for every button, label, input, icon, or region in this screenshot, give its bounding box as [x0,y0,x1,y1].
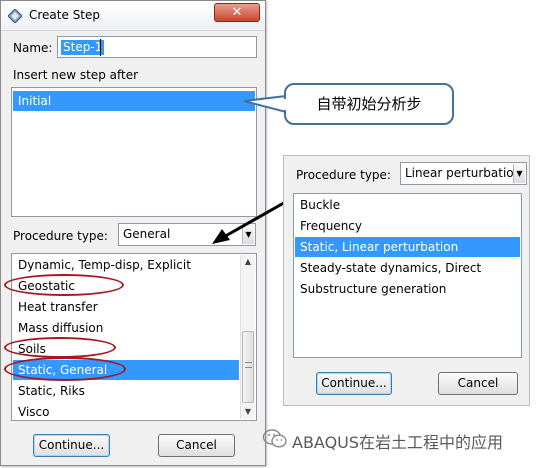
procedure-type-value: Linear perturbation [405,166,522,180]
linear-perturbation-panel: Procedure type: Linear perturbation ▼ Bu… [283,155,530,406]
continue-button[interactable]: Continue... [316,372,392,395]
watermark-text: ABAQUS在岩土工程中的应用 [292,433,504,452]
wechat-icon [262,429,287,448]
list-item-selected[interactable]: Static, Linear perturbation [295,237,520,257]
chevron-down-icon[interactable]: ▼ [513,164,525,183]
list-item[interactable]: Frequency [295,216,520,236]
list-item[interactable]: Buckle [295,195,520,215]
procedure-list[interactable]: Buckle Frequency Static, Linear perturba… [293,193,522,358]
procedure-type-label: Procedure type: [296,168,391,182]
list-item[interactable]: Steady-state dynamics, Direct [295,258,520,278]
cancel-button[interactable]: Cancel [438,372,518,395]
procedure-type-select[interactable]: Linear perturbation ▼ [400,162,527,185]
list-item[interactable]: Substructure generation [295,279,520,299]
